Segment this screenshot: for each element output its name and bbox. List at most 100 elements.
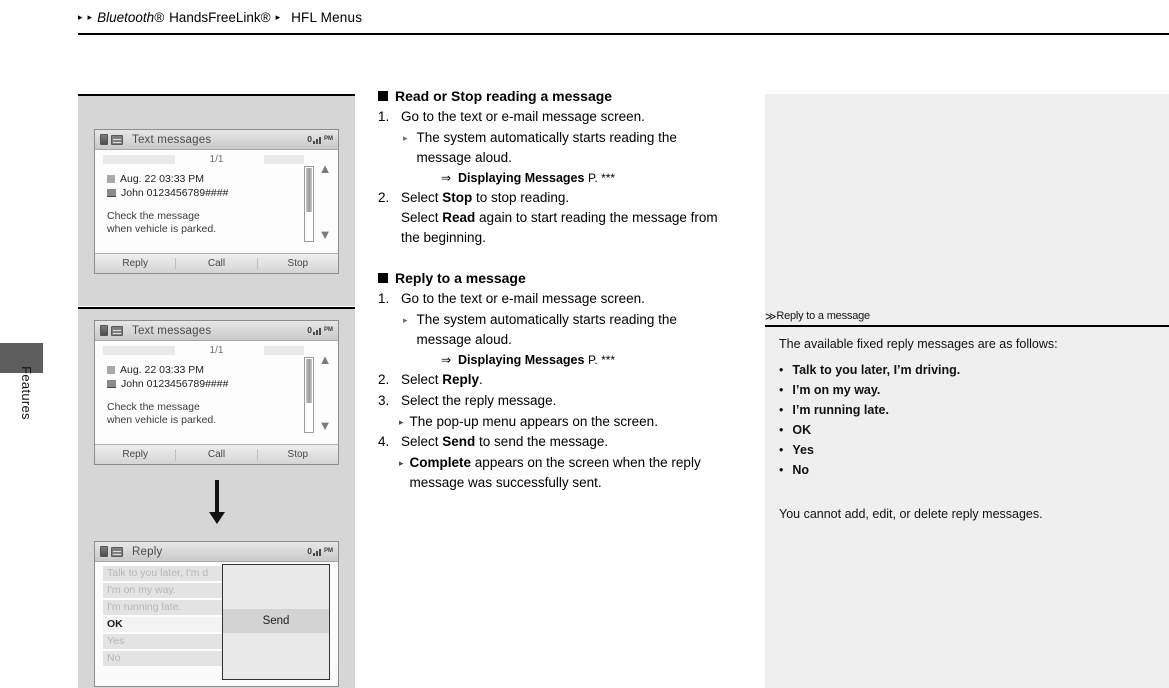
- step-text: Go to the text or e-mail message screen.: [401, 109, 645, 124]
- device-screen-text-messages-2: Text messages 0 PM 1/1 Aug. 22 03:33 PM …: [94, 320, 339, 465]
- list-item-label: Yes: [792, 443, 814, 457]
- call-button[interactable]: Call: [176, 258, 256, 269]
- list-item: • I’m running late.: [779, 400, 1149, 420]
- list-item-label: Talk to you later, I’m driving.: [792, 363, 961, 377]
- message-sender-row: John 0123456789####: [107, 377, 228, 391]
- message-icon: [111, 325, 123, 336]
- cross-reference[interactable]: ⇒ Displaying Messages P. ***: [441, 350, 730, 370]
- step-list-2: 2. Select Stop to stop reading. Select Re…: [378, 188, 730, 248]
- status-meridiem: PM: [324, 548, 333, 554]
- step-list: 1. Go to the text or e-mail message scre…: [378, 289, 730, 309]
- ui-label-reply[interactable]: Reply: [442, 372, 479, 387]
- message-date: Aug. 22 03:33 PM: [120, 173, 205, 185]
- scroll-down-icon[interactable]: ▼: [318, 419, 332, 432]
- reference-title[interactable]: Displaying Messages: [458, 171, 584, 185]
- step-item: 2. Select Stop to stop reading. Select Re…: [378, 188, 730, 248]
- status-value: 0: [307, 325, 312, 335]
- send-button[interactable]: Send: [223, 609, 329, 633]
- section-heading-text: Read or Stop reading a message: [395, 88, 613, 104]
- device-screen-body: 1/1 Aug. 22 03:33 PM John 0123456789####…: [95, 341, 338, 443]
- reference-arrow-icon: ⇒: [441, 171, 452, 185]
- device-screen-header: Reply 0 PM: [95, 542, 338, 562]
- call-button[interactable]: Call: [176, 449, 256, 460]
- message-date-row: Aug. 22 03:33 PM: [107, 172, 228, 186]
- illustration-arrow-panel: [78, 475, 355, 537]
- step-number: 3.: [378, 393, 390, 408]
- signal-bars-icon: [313, 547, 323, 556]
- message-date-row: Aug. 22 03:33 PM: [107, 363, 228, 377]
- message-page-count: 1/1: [209, 154, 224, 165]
- bullet-icon: •: [779, 423, 784, 437]
- battery-icon: [100, 134, 108, 145]
- stop-button[interactable]: Stop: [258, 449, 338, 460]
- flow-arrow: [78, 475, 355, 537]
- message-icon: [111, 134, 123, 145]
- reference-intro: The available fixed reply messages are a…: [779, 337, 1058, 351]
- list-item: • OK: [779, 420, 1149, 440]
- scrollbar-thumb[interactable]: [306, 168, 312, 212]
- message-icon: [111, 546, 123, 557]
- substep-text: The system automatically starts reading …: [416, 312, 677, 347]
- list-item-label: I’m running late.: [792, 403, 889, 417]
- reply-button[interactable]: Reply: [95, 258, 175, 269]
- list-item-label: OK: [792, 423, 812, 437]
- phone-icon: [107, 189, 116, 197]
- reference-header-text: Reply to a message: [776, 310, 870, 322]
- reply-button[interactable]: Reply: [95, 449, 175, 460]
- step-list: 1. Go to the text or e-mail message scre…: [378, 107, 730, 127]
- device-screen-title: Text messages: [132, 133, 212, 146]
- list-item-label: No: [792, 463, 810, 477]
- step-text: Select Reply.: [401, 372, 483, 387]
- header-divider: [78, 33, 1169, 35]
- step-substep: ▸ Complete appears on the screen when th…: [399, 453, 730, 493]
- reference-divider: [765, 325, 1169, 327]
- list-item: • Talk to you later, I’m driving.: [779, 360, 1149, 380]
- cross-reference[interactable]: ⇒ Displaying Messages P. ***: [441, 168, 730, 188]
- message-body-text: Check the message when vehicle is parked…: [107, 401, 217, 426]
- battery-icon: [100, 325, 108, 336]
- ui-label-complete: Complete: [409, 455, 472, 470]
- section-heading: Reply to a message: [378, 270, 730, 286]
- status-indicator: 0 PM: [307, 134, 333, 144]
- reference-page: P. ***: [587, 171, 616, 185]
- ui-label-read[interactable]: Read: [442, 210, 475, 225]
- message-sender: John 0123456789####: [121, 187, 229, 199]
- status-indicator: 0 PM: [307, 325, 333, 335]
- substep-text: The system automatically starts reading …: [416, 130, 677, 165]
- step-substep: ▸ The system automatically starts readin…: [403, 310, 730, 350]
- step-substep: ▸ The pop-up menu appears on the screen.: [399, 412, 730, 432]
- reference-column: ≫ Reply to a message The available fixed …: [765, 94, 1169, 688]
- message-scrollbar[interactable]: [304, 357, 314, 433]
- section-reply: Reply to a message 1. Go to the text or …: [378, 270, 730, 493]
- illustration-panel-1: Text messages 0 PM 1/1 Aug. 22 03:33 PM …: [78, 94, 355, 306]
- scroll-down-icon[interactable]: ▼: [318, 228, 332, 241]
- bullet-icon: •: [779, 383, 784, 397]
- list-item: • I’m on my way.: [779, 380, 1149, 400]
- device-screen-title: Reply: [132, 545, 163, 558]
- step-list-3: 4. Select Send to send the message.: [378, 432, 730, 452]
- clock-icon: [107, 175, 115, 183]
- message-scrollbar[interactable]: [304, 166, 314, 242]
- ui-label-stop[interactable]: Stop: [442, 190, 472, 205]
- scroll-up-icon[interactable]: ▲: [318, 353, 332, 366]
- step-number: 2.: [378, 190, 390, 205]
- features-tab-label: Features: [19, 366, 34, 420]
- ui-label-send[interactable]: Send: [442, 434, 475, 449]
- breadcrumb-arrow-2: ▸: [87, 11, 93, 22]
- signal-bars-icon: [313, 326, 323, 335]
- step-number: 2.: [378, 372, 390, 387]
- triangle-bullet-icon: ▸: [399, 458, 404, 468]
- scrollbar-thumb[interactable]: [306, 359, 312, 403]
- square-bullet-icon: [378, 91, 388, 101]
- message-sender: John 0123456789####: [121, 378, 229, 390]
- illustration-panel-2: Text messages 0 PM 1/1 Aug. 22 03:33 PM …: [78, 307, 355, 475]
- step-list-2: 2. Select Reply. 3. Select the reply mes…: [378, 370, 730, 411]
- step-number: 1.: [378, 109, 390, 124]
- stop-button[interactable]: Stop: [258, 258, 338, 269]
- reference-title[interactable]: Displaying Messages: [458, 353, 584, 367]
- reference-marker-icon: ≫: [765, 310, 777, 323]
- status-meridiem: PM: [324, 327, 333, 333]
- scroll-up-icon[interactable]: ▲: [318, 162, 332, 175]
- message-meta: Aug. 22 03:33 PM John 0123456789####: [107, 172, 228, 200]
